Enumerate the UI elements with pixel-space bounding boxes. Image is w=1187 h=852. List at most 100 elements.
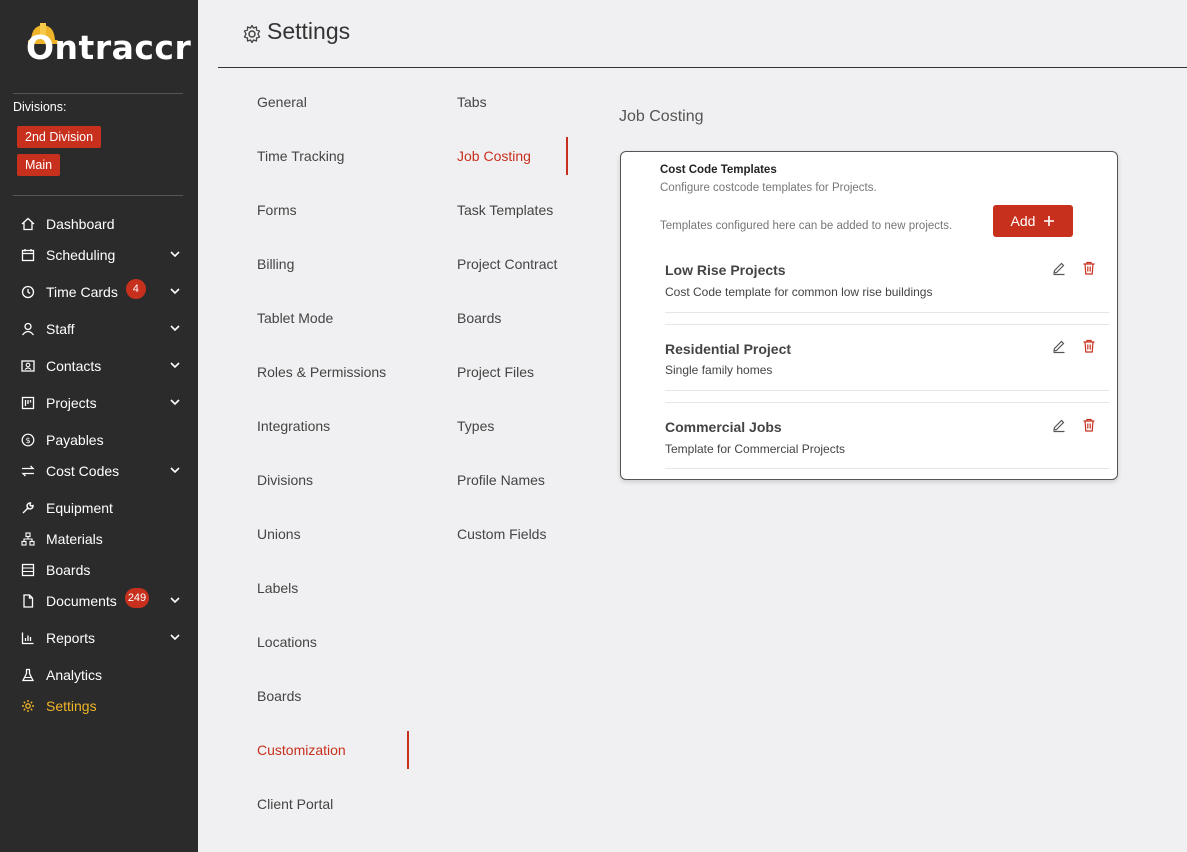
edit-icon[interactable] (1051, 417, 1067, 433)
settings-menu-forms[interactable]: Forms (257, 202, 297, 218)
sidebar-item-dashboard[interactable]: Dashboard (20, 212, 185, 236)
template-description: Single family homes (665, 363, 773, 377)
flask-icon (20, 667, 36, 683)
logo-text: Ontraccr (26, 28, 192, 67)
sidebar-item-label: Boards (46, 562, 91, 578)
logo[interactable]: Ontraccr (24, 22, 191, 67)
project-board-icon (20, 395, 36, 411)
settings-menu-time-tracking[interactable]: Time Tracking (257, 148, 344, 164)
swap-icon (20, 463, 36, 479)
settings-submenu-project-files[interactable]: Project Files (457, 364, 534, 380)
bar-chart-icon (20, 630, 36, 646)
card-subtitle: Configure costcode templates for Project… (660, 182, 877, 194)
wrench-icon (20, 500, 36, 516)
gear-icon (20, 698, 36, 714)
settings-menu-roles-permissions[interactable]: Roles & Permissions (257, 364, 386, 380)
board-icon (20, 562, 36, 578)
sidebar-item-label: Projects (46, 395, 97, 411)
sidebar-item-materials[interactable]: Materials (20, 527, 185, 551)
template-separator (665, 324, 1109, 325)
card-description: Templates configured here can be added t… (660, 220, 953, 232)
sidebar-item-label: Staff (46, 321, 75, 337)
settings-submenu-job-costing[interactable]: Job Costing (457, 148, 531, 164)
settings-submenu-project-contract[interactable]: Project Contract (457, 256, 557, 272)
template-name: Low Rise Projects (665, 262, 786, 278)
document-icon (20, 593, 36, 609)
settings-submenu-tabs[interactable]: Tabs (457, 94, 487, 110)
chevron-down-icon[interactable] (169, 396, 181, 408)
settings-menu-boards[interactable]: Boards (257, 688, 301, 704)
sidebar-item-boards[interactable]: Boards (20, 558, 185, 582)
settings-menu-integrations[interactable]: Integrations (257, 418, 330, 434)
chevron-down-icon[interactable] (169, 359, 181, 371)
settings-menu-client-portal[interactable]: Client Portal (257, 796, 333, 812)
chevron-down-icon[interactable] (169, 322, 181, 334)
sidebar-item-documents[interactable]: Documents 249 (20, 588, 185, 613)
sidebar-item-settings[interactable]: Settings (20, 694, 185, 718)
template-separator (665, 312, 1109, 313)
delete-icon[interactable] (1081, 417, 1097, 433)
sidebar-item-equipment[interactable]: Equipment (20, 496, 185, 520)
sidebar-item-reports[interactable]: Reports (20, 626, 185, 650)
edit-icon[interactable] (1051, 338, 1067, 354)
svg-text:$: $ (25, 436, 30, 445)
settings-submenu-task-templates[interactable]: Task Templates (457, 202, 553, 218)
sidebar-item-analytics[interactable]: Analytics (20, 663, 185, 687)
settings-submenu-boards[interactable]: Boards (457, 310, 501, 326)
sidebar-item-contacts[interactable]: Contacts (20, 354, 185, 378)
sidebar-item-staff[interactable]: Staff (20, 317, 185, 341)
sidebar-item-label: Time Cards (46, 284, 118, 300)
chevron-down-icon[interactable] (169, 248, 181, 260)
delete-icon[interactable] (1081, 260, 1097, 276)
sidebar-item-cost-codes[interactable]: Cost Codes (20, 459, 185, 483)
sidebar-item-scheduling[interactable]: Scheduling (20, 243, 185, 267)
chevron-down-icon[interactable] (169, 464, 181, 476)
chevron-down-icon[interactable] (169, 285, 181, 297)
settings-menu-unions[interactable]: Unions (257, 526, 301, 542)
sidebar-divider (13, 93, 183, 94)
sidebar-divider (13, 195, 183, 196)
template-name: Commercial Jobs (665, 419, 782, 435)
gear-icon (243, 24, 261, 44)
sidebar-item-label: Payables (46, 432, 104, 448)
settings-menu-divisions[interactable]: Divisions (257, 472, 313, 488)
template-separator (665, 468, 1109, 469)
sidebar-item-label: Contacts (46, 358, 102, 374)
settings-menu-locations[interactable]: Locations (257, 634, 317, 650)
settings-menu-general[interactable]: General (257, 94, 307, 110)
divisions-label: Divisions: (13, 100, 67, 114)
division-badge-main[interactable]: Main (17, 154, 61, 176)
division-badge-2nd[interactable]: 2nd Division (17, 126, 102, 148)
delete-icon[interactable] (1081, 338, 1097, 354)
edit-icon[interactable] (1051, 260, 1067, 276)
chevron-down-icon[interactable] (169, 631, 181, 643)
settings-submenu-profile-names[interactable]: Profile Names (457, 472, 545, 488)
sidebar-item-projects[interactable]: Projects (20, 391, 185, 415)
settings-menu-tablet-mode[interactable]: Tablet Mode (257, 310, 333, 326)
settings-submenu-custom-fields[interactable]: Custom Fields (457, 526, 546, 542)
sidebar-item-label: Materials (46, 531, 103, 547)
calendar-icon (20, 247, 36, 263)
card-title: Cost Code Templates (660, 164, 777, 176)
sidebar-item-time-cards[interactable]: Time Cards 4 (20, 279, 185, 304)
settings-menu-billing[interactable]: Billing (257, 256, 294, 272)
sidebar-item-label: Documents (46, 593, 117, 609)
clock-icon (20, 284, 36, 300)
add-template-button[interactable]: Add (993, 205, 1073, 237)
chevron-down-icon[interactable] (169, 594, 181, 606)
documents-count-badge: 249 (124, 588, 150, 608)
settings-menu-customization[interactable]: Customization (257, 742, 346, 758)
sidebar-item-payables[interactable]: $ Payables (20, 428, 185, 452)
cost-code-templates-card: Cost Code Templates Configure costcode t… (620, 151, 1118, 480)
template-separator (665, 390, 1109, 391)
home-icon (20, 216, 36, 232)
dollar-circle-icon: $ (20, 432, 36, 448)
template-description: Cost Code template for common low rise b… (665, 285, 933, 299)
time-cards-count-badge: 4 (125, 279, 146, 299)
settings-submenu-types[interactable]: Types (457, 418, 494, 434)
section-title: Job Costing (619, 108, 704, 125)
template-description: Template for Commercial Projects (665, 442, 846, 456)
hierarchy-icon (20, 531, 36, 547)
settings-menu-labels[interactable]: Labels (257, 580, 298, 596)
sidebar: Ontraccr Divisions: 2nd Division Main Da… (0, 0, 198, 852)
